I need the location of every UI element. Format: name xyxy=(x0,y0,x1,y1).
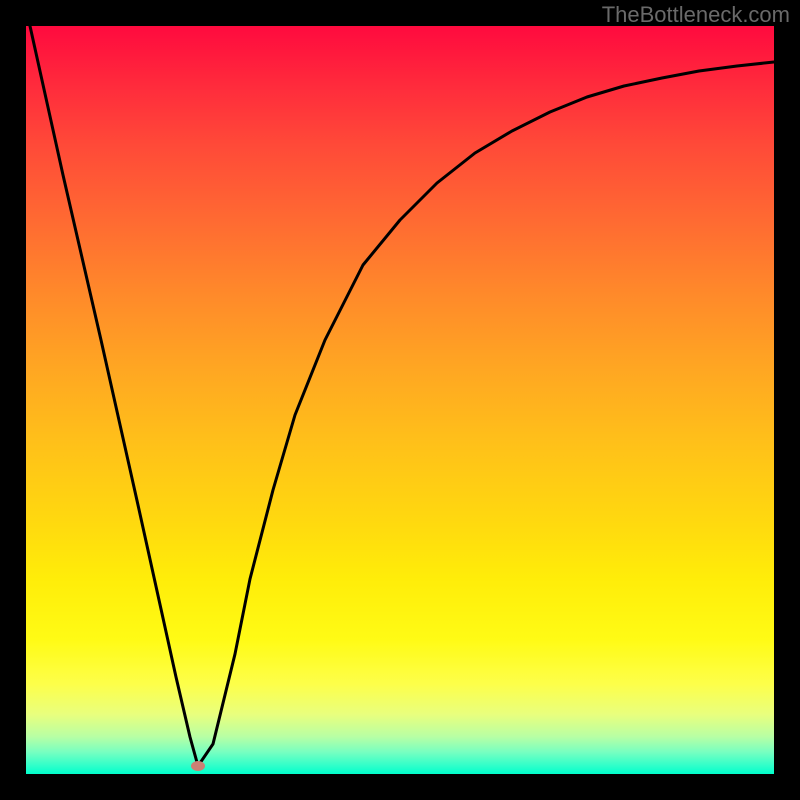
bottleneck-curve xyxy=(30,26,774,766)
watermark-text: TheBottleneck.com xyxy=(602,2,790,28)
plot-area xyxy=(26,26,774,774)
chart-frame: TheBottleneck.com xyxy=(0,0,800,800)
curve-minimum-marker xyxy=(191,761,205,771)
curve-svg xyxy=(26,26,774,774)
